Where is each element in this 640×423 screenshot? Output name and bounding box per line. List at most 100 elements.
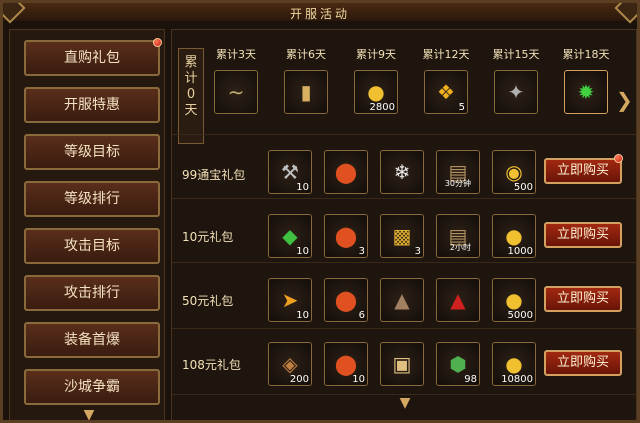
window-title: 开服活动 [289, 7, 350, 21]
milestone-label: 累计15天 [492, 48, 540, 61]
milestone-slot[interactable]: ✦ [494, 70, 538, 114]
sidebar-item-label: 开服特惠 [64, 97, 120, 113]
pack-item-slot[interactable]: ❄ [380, 150, 424, 194]
sidebar-item-label: 装备首爆 [64, 332, 120, 348]
jade-icon: ⬢ [449, 352, 467, 376]
pack-item-slot[interactable]: ▲ [380, 278, 424, 322]
notification-dot [614, 154, 623, 163]
green-gem-icon: ◆ [282, 224, 298, 248]
red-pill-icon: ⬤ [334, 224, 358, 248]
ore-icon: ▲ [394, 288, 410, 312]
buy-now-button[interactable]: 立即购买 [544, 286, 622, 312]
axe-icon: ⚒ [281, 160, 299, 184]
pack-item-slot[interactable]: ● 5000 [492, 278, 536, 322]
fire-scroll-icon: ➤ [281, 288, 299, 312]
item-qty: 200 [289, 374, 309, 385]
milestone-label: 累计18天 [562, 48, 610, 61]
item-qty: 6 [358, 310, 365, 321]
divider [172, 328, 637, 329]
gold-bars-icon: ▩ [392, 224, 412, 248]
title-bar: 开服活动 [3, 3, 637, 21]
red-pill-icon: ⬤ [334, 288, 358, 312]
item-qty: 10 [352, 374, 365, 385]
sidebar-item-label: 直购礼包 [64, 50, 120, 66]
sidebar-item-level-rank[interactable]: 等级排行 [24, 181, 160, 217]
next-arrow-icon[interactable]: ❯ [616, 88, 633, 114]
pack-item-slot[interactable]: ➤ 10 [268, 278, 312, 322]
armor-icon: ✦ [507, 80, 525, 104]
gold-ingot-icon: ● [505, 288, 523, 312]
pack-item-slot[interactable]: ⬢ 98 [436, 342, 480, 386]
divider [172, 134, 637, 135]
pack-item-slot[interactable]: ● 1000 [492, 214, 536, 258]
pack-item-slot[interactable]: ⬤ 3 [324, 214, 368, 258]
buy-now-button[interactable]: 立即购买 [544, 222, 622, 248]
item-qty: 10 [296, 182, 309, 193]
sidebar-item-level-goal[interactable]: 等级目标 [24, 134, 160, 170]
pack-item-slot[interactable]: ⬤ 6 [324, 278, 368, 322]
sidebar-item-label: 等级排行 [64, 191, 120, 207]
pack-label: 10元礼包 [182, 230, 234, 244]
gold-ingot-icon: ● [367, 80, 385, 104]
pack-item-slot[interactable]: ⚒ 10 [268, 150, 312, 194]
sidebar-item-equip-first-drop[interactable]: 装备首爆 [24, 322, 160, 358]
sidebar-item-server-discount[interactable]: 开服特惠 [24, 87, 160, 123]
pack-item-slot[interactable]: ⬤ [324, 150, 368, 194]
item-qty: 500 [513, 182, 533, 193]
milestone-label: 累计12天 [422, 48, 470, 61]
activity-window: 开服活动 直购礼包 开服特惠 等级目标 等级排行 攻击目标 攻击排行 装备首爆 … [0, 0, 640, 423]
scroll-icon: ▮ [300, 80, 312, 104]
notification-dot [153, 38, 162, 47]
sidebar-item-label: 攻击排行 [64, 285, 120, 301]
buy-now-button[interactable]: 立即购买 [544, 158, 622, 184]
scroll-down-icon[interactable]: ▼ [392, 396, 418, 410]
milestone-slot[interactable]: ▮ [284, 70, 328, 114]
sidebar-item-label: 沙城争霸 [64, 379, 120, 395]
item-qty: 10800 [501, 374, 533, 385]
necklace-icon: ∼ [227, 80, 245, 104]
pack-item-slot[interactable]: ▤ 2小时 [436, 214, 480, 258]
gold-ingot-icon: ● [505, 352, 523, 376]
sidebar-item-direct-purchase[interactable]: 直购礼包 [24, 40, 160, 76]
sidebar-item-attack-goal[interactable]: 攻击目标 [24, 228, 160, 264]
sidebar-item-castle-siege[interactable]: 沙城争霸 [24, 369, 160, 405]
milestone-label: 累计6天 [286, 48, 326, 61]
cumulative-days-value: 0 [186, 87, 196, 102]
cumulative-days-box: 累 计 0 天 [178, 48, 204, 144]
item-qty: 10 [296, 310, 309, 321]
sidebar-item-label: 攻击目标 [64, 238, 120, 254]
shield-icon: ◈ [282, 352, 298, 376]
pack-item-slot[interactable]: ◉ 500 [492, 150, 536, 194]
pack-item-slot[interactable]: ▣ [380, 342, 424, 386]
pack-item-slot[interactable]: ◆ 10 [268, 214, 312, 258]
cumulative-label-1: 累 [184, 55, 198, 70]
buy-now-button[interactable]: 立即购买 [544, 350, 622, 376]
item-qty: 10 [296, 246, 309, 257]
pack-item-slot[interactable]: ▲ [436, 278, 480, 322]
milestone-slot[interactable]: ❖ 5 [424, 70, 468, 114]
cumulative-label-2: 计 [184, 71, 198, 86]
pack-label: 50元礼包 [182, 294, 234, 308]
pack-item-slot[interactable]: ◈ 200 [268, 342, 312, 386]
milestone-slot[interactable]: ∼ [214, 70, 258, 114]
item-qty: 2800 [369, 102, 395, 113]
sidebar: 直购礼包 开服特惠 等级目标 等级排行 攻击目标 攻击排行 装备首爆 沙城争霸 … [9, 29, 165, 420]
gold-nugget-icon: ❖ [437, 80, 455, 104]
cumulative-days-unit: 天 [184, 103, 198, 118]
milestone-slot[interactable]: ✹ [564, 70, 608, 114]
pack-item-slot[interactable]: ● 10800 [492, 342, 536, 386]
pack-item-slot[interactable]: ▤ 30分钟 [436, 150, 480, 194]
milestone-label: 累计3天 [216, 48, 256, 61]
sidebar-item-attack-rank[interactable]: 攻击排行 [24, 275, 160, 311]
milestone-slot[interactable]: ● 2800 [354, 70, 398, 114]
pack-item-slot[interactable]: ⬤ 10 [324, 342, 368, 386]
red-pill-icon: ⬤ [334, 352, 358, 376]
item-qty: 3 [414, 246, 421, 257]
item-qty: 98 [464, 374, 477, 385]
pack-item-slot[interactable]: ▩ 3 [380, 214, 424, 258]
item-qty: 5000 [507, 310, 533, 321]
scroll-down-icon[interactable]: ▼ [76, 408, 102, 420]
item-overlay: 2小时 [449, 243, 471, 252]
divider [172, 198, 637, 199]
main-panel: 累 计 0 天 累计3天 累计6天 累计9天 累计12天 累计15天 累计18天… [171, 29, 637, 420]
